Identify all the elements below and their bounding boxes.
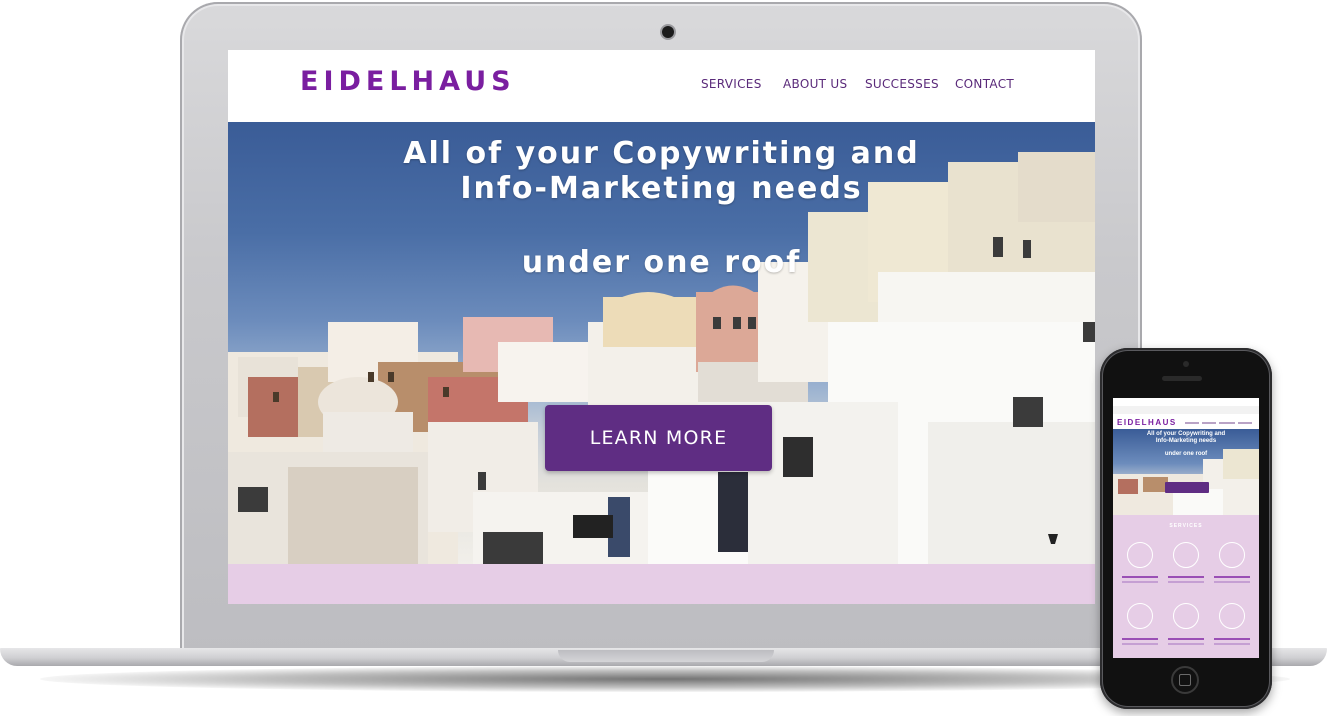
nav-item-services[interactable]: SERVICES: [701, 77, 762, 91]
phone-nav-item[interactable]: [1185, 422, 1199, 424]
phone-hero-section: All of your Copywriting and Info-Marketi…: [1113, 429, 1259, 515]
phone-service-label: [1214, 638, 1250, 640]
laptop-camera-icon: [662, 26, 674, 38]
nav-item-contact[interactable]: CONTACT: [955, 77, 1014, 91]
phone-service-icon[interactable]: [1127, 542, 1153, 568]
nav-item-about-us[interactable]: ABOUT US: [783, 77, 847, 91]
phone-speaker: [1162, 376, 1202, 381]
home-square-icon: [1179, 674, 1191, 686]
laptop-hinge-notch: [558, 650, 774, 662]
phone-nav-item[interactable]: [1219, 422, 1235, 424]
phone-services-section: [1113, 515, 1259, 658]
site-header: EIDELHAUS SERVICES ABOUT US SUCCESSES CO…: [228, 50, 1095, 122]
nav-item-successes[interactable]: SUCCESSES: [865, 77, 939, 91]
phone-screen: EIDELHAUS All of your Copywriting and In…: [1113, 398, 1259, 658]
site-logo[interactable]: EIDELHAUS: [300, 66, 516, 97]
phone-service-icon[interactable]: [1173, 542, 1199, 568]
phone-nav-item[interactable]: [1202, 422, 1216, 424]
phone-status-bar: [1113, 398, 1259, 406]
phone-service-icon[interactable]: [1127, 603, 1153, 629]
phone-learn-more-button[interactable]: [1165, 482, 1209, 493]
phone-service-text: [1168, 643, 1204, 645]
phone-service-label: [1168, 638, 1204, 640]
phone-service-text: [1214, 581, 1250, 583]
phone-service-text: [1122, 581, 1158, 583]
phone-service-icon[interactable]: [1219, 542, 1245, 568]
phone-services-title: SERVICES: [1169, 523, 1203, 529]
phone-hero-headline-line-1: All of your Copywriting and: [1146, 431, 1226, 437]
phone-nav-item[interactable]: [1238, 422, 1252, 424]
phone-service-label: [1168, 576, 1204, 578]
phone-service-icon[interactable]: [1173, 603, 1199, 629]
hero-headline-line-1: All of your Copywriting and: [403, 136, 920, 171]
phone-service-text: [1122, 643, 1158, 645]
phone-hero-subline: under one roof: [1164, 451, 1208, 457]
hero-section: All of your Copywriting and Info-Marketi…: [228, 122, 1095, 564]
learn-more-button[interactable]: LEARN MORE: [545, 405, 772, 471]
phone-service-label: [1122, 638, 1158, 640]
laptop-screen: EIDELHAUS SERVICES ABOUT US SUCCESSES CO…: [228, 50, 1095, 604]
phone-service-icon[interactable]: [1219, 603, 1245, 629]
phone-service-label: [1214, 576, 1250, 578]
services-band: [228, 564, 1095, 604]
phone-service-text: [1168, 581, 1204, 583]
phone-camera-icon: [1183, 361, 1189, 367]
hero-subline: under one roof: [521, 245, 802, 280]
phone-service-label: [1122, 576, 1158, 578]
phone-address-bar: [1113, 406, 1259, 414]
phone-service-text: [1214, 643, 1250, 645]
hero-headline-line-2: Info-Marketing needs: [460, 171, 863, 206]
phone-hero-headline-line-2: Info-Marketing needs: [1155, 438, 1217, 444]
phone-site-logo[interactable]: EIDELHAUS: [1117, 418, 1177, 427]
